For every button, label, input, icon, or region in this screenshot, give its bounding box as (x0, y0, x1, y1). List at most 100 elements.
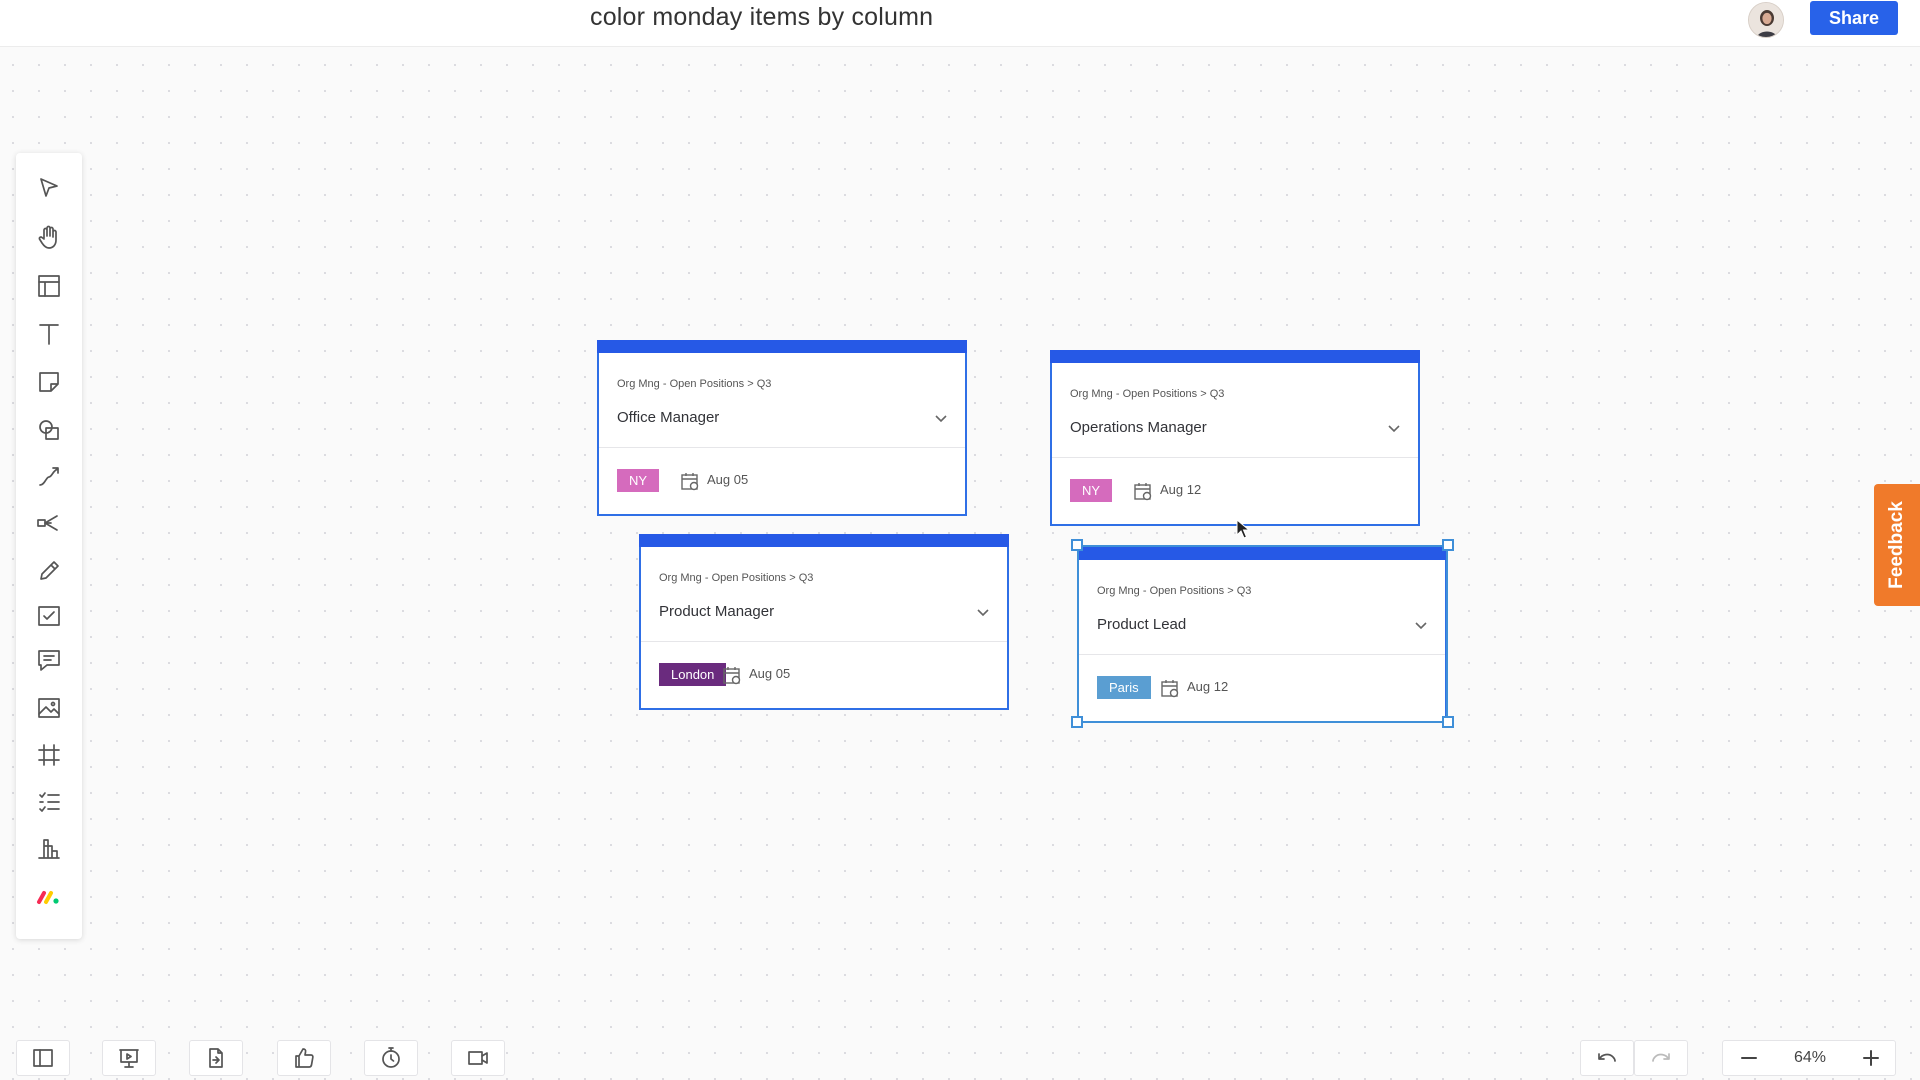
mind-map-icon (37, 515, 58, 531)
card-divider (599, 447, 965, 448)
card-color-bar (1050, 350, 1420, 363)
card-item-name: Office Manager (617, 409, 720, 426)
card-expand-button[interactable] (933, 410, 949, 426)
zoom-level[interactable]: 64% (1775, 1049, 1845, 1067)
chevron-down-icon (1415, 622, 1427, 630)
top-bar: color monday items by column Share (0, 0, 1920, 47)
board-item-card[interactable]: Org Mng - Open Positions > Q3 Product Ma… (639, 534, 1009, 710)
minus-icon (1741, 1057, 1757, 1059)
redo-button[interactable] (1634, 1040, 1688, 1076)
text-icon (39, 324, 59, 345)
image-icon (38, 698, 60, 718)
video-icon (468, 1051, 488, 1065)
card-expand-button[interactable] (975, 604, 991, 620)
chart-icon (38, 839, 60, 859)
sticky-note-tool[interactable] (29, 362, 69, 402)
comment-tool[interactable] (29, 640, 69, 680)
location-tag: Paris (1097, 676, 1151, 699)
chevron-down-icon (977, 609, 989, 617)
list-icon (39, 792, 60, 812)
card-breadcrumb: Org Mng - Open Positions > Q3 (1097, 585, 1252, 597)
shapes-tool[interactable] (29, 410, 69, 450)
calendar-icon (1159, 677, 1181, 699)
vote-button[interactable] (277, 1040, 331, 1076)
plus-icon (1863, 1050, 1879, 1066)
timer-icon (382, 1047, 400, 1068)
card-breadcrumb: Org Mng - Open Positions > Q3 (617, 378, 772, 390)
mind-map-tool[interactable] (29, 503, 69, 543)
board-item-card[interactable]: Org Mng - Open Positions > Q3 Office Man… (597, 340, 967, 516)
calendar-icon (721, 664, 743, 686)
card-color-bar (597, 340, 967, 353)
card-date: Aug 05 (707, 472, 749, 487)
undo-icon (1598, 1053, 1616, 1062)
undo-button[interactable] (1580, 1040, 1634, 1076)
frame-icon (38, 744, 60, 766)
card-expand-button[interactable] (1386, 420, 1402, 436)
card-color-bar (1077, 547, 1447, 560)
thumbs-up-icon (295, 1048, 314, 1068)
resize-handle-top-right[interactable] (1442, 539, 1454, 551)
mouse-cursor-icon (1236, 519, 1251, 539)
card-divider (641, 641, 1007, 642)
select-tool[interactable] (29, 168, 69, 208)
card-divider (1052, 457, 1418, 458)
share-button[interactable]: Share (1810, 1, 1898, 35)
connector-tool[interactable] (29, 457, 69, 497)
location-tag: NY (617, 469, 660, 492)
sticky-note-icon (39, 372, 59, 392)
zoom-controls: 64% (1722, 1040, 1896, 1076)
location-tag: NY (1070, 479, 1113, 502)
text-tool[interactable] (29, 314, 69, 354)
card-date: Aug 12 (1160, 482, 1202, 497)
card-item-name: Operations Manager (1070, 419, 1207, 436)
board-item-card[interactable]: Org Mng - Open Positions > Q3 Operations… (1050, 350, 1420, 526)
shapes-icon (39, 420, 59, 440)
zoom-in-button[interactable] (1845, 1041, 1897, 1075)
card-item-name: Product Lead (1097, 616, 1187, 633)
card-breadcrumb: Org Mng - Open Positions > Q3 (1070, 388, 1225, 400)
calendar-icon (679, 470, 701, 492)
hand-tool[interactable] (29, 217, 69, 257)
calendar-icon (1132, 480, 1154, 502)
presentation-icon (119, 1049, 139, 1068)
user-avatar-icon (1749, 3, 1783, 37)
image-tool[interactable] (29, 688, 69, 728)
avatar[interactable] (1748, 2, 1784, 38)
presentation-button[interactable] (102, 1040, 156, 1076)
export-icon (209, 1048, 223, 1068)
layout-tool[interactable] (29, 266, 69, 306)
board-title: color monday items by column (590, 3, 934, 31)
pen-icon (40, 561, 59, 580)
video-call-button[interactable] (451, 1040, 505, 1076)
monday-app-tool[interactable] (29, 876, 69, 916)
feedback-tab[interactable]: Feedback (1874, 484, 1920, 606)
sidebar-icon (33, 1049, 53, 1067)
redo-icon (1652, 1053, 1670, 1062)
card-divider (1079, 654, 1445, 655)
card-expand-button[interactable] (1413, 617, 1429, 633)
location-tag: London (659, 663, 727, 686)
monday-logo-icon (37, 891, 59, 904)
checklist-icon (38, 606, 60, 626)
list-tool[interactable] (29, 782, 69, 822)
layout-icon (38, 275, 60, 297)
card-item-name: Product Manager (659, 603, 775, 620)
resize-handle-top-left[interactable] (1071, 539, 1083, 551)
resize-handle-bottom-left[interactable] (1071, 716, 1083, 728)
resize-handle-bottom-right[interactable] (1442, 716, 1454, 728)
checklist-tool[interactable] (29, 596, 69, 636)
pen-tool[interactable] (29, 551, 69, 591)
export-button[interactable] (189, 1040, 243, 1076)
comment-icon (38, 650, 60, 671)
board-item-card-selected[interactable]: Org Mng - Open Positions > Q3 Product Le… (1077, 547, 1447, 723)
card-date: Aug 12 (1187, 679, 1229, 694)
timer-button[interactable] (364, 1040, 418, 1076)
sidebar-toggle-button[interactable] (16, 1040, 70, 1076)
frame-tool[interactable] (29, 735, 69, 775)
chevron-down-icon (1388, 425, 1400, 433)
card-color-bar (639, 534, 1009, 547)
chart-tool[interactable] (29, 828, 69, 868)
left-toolbar (16, 153, 82, 939)
zoom-out-button[interactable] (1723, 1041, 1775, 1075)
